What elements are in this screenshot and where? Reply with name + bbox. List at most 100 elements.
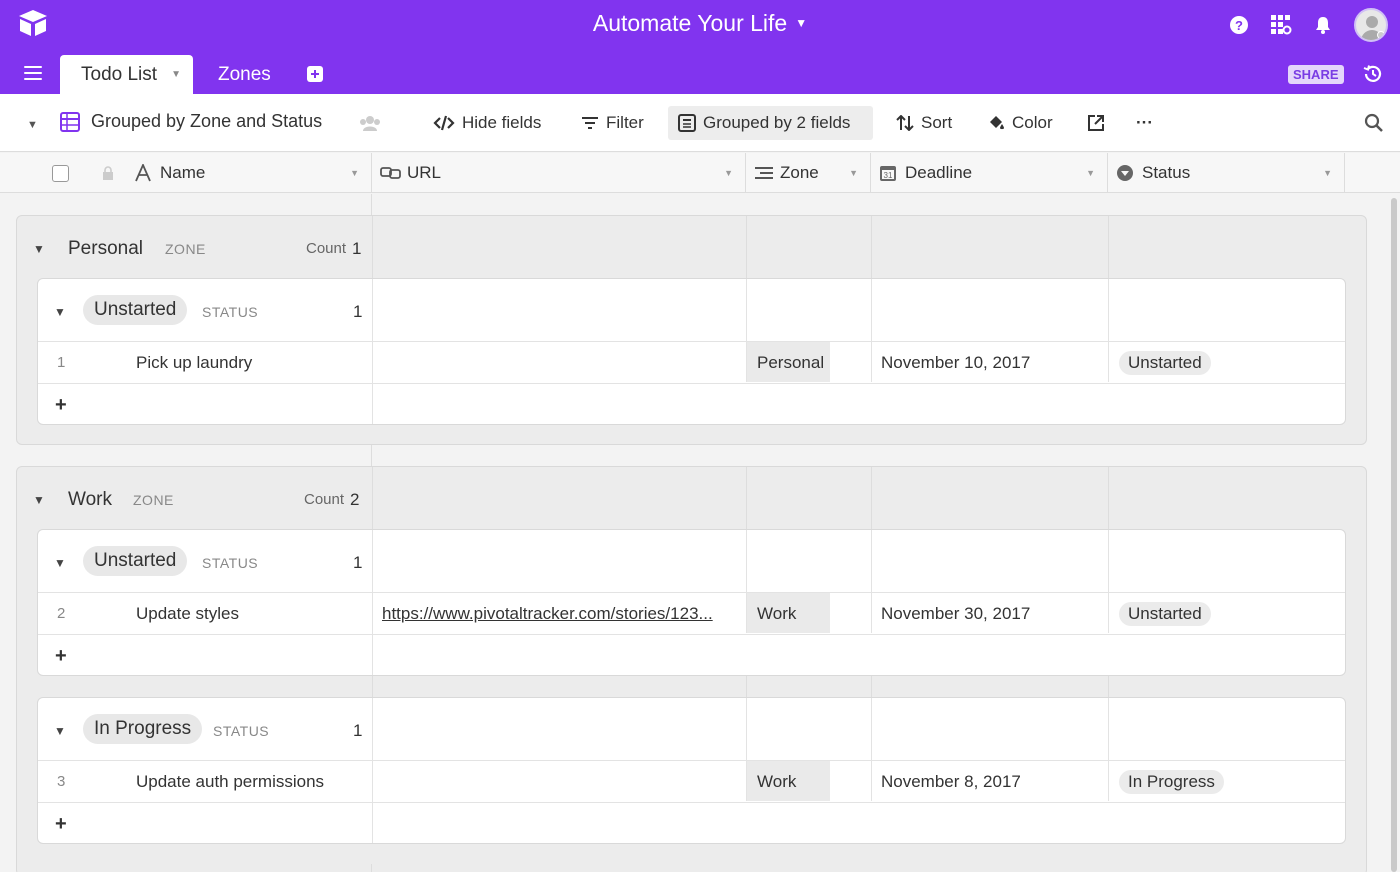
- color-button[interactable]: Color: [977, 106, 1063, 140]
- chevron-down-icon[interactable]: ▼: [724, 153, 733, 193]
- views-sidebar-toggle-icon[interactable]: ▼: [27, 119, 38, 131]
- share-view-button[interactable]: [1077, 106, 1115, 140]
- chevron-down-icon[interactable]: ▼: [795, 16, 807, 30]
- base-title[interactable]: Automate Your Life ▼: [0, 10, 1400, 37]
- add-table-icon[interactable]: [307, 66, 323, 82]
- status-field-label: STATUS: [202, 555, 259, 571]
- zone-cell[interactable]: Personal: [747, 342, 830, 382]
- count-value: 1: [352, 239, 362, 258]
- top-bar: Automate Your Life ▼ ? Todo List ▼ Zones …: [0, 0, 1400, 94]
- chevron-down-icon[interactable]: ▼: [1086, 153, 1095, 193]
- grid-content: ▼ Personal ZONE Count 1 ▼ Unstarted STAT…: [0, 194, 1390, 872]
- count-value: 1: [353, 302, 363, 321]
- more-icon: ···: [1136, 113, 1153, 132]
- column-header-url[interactable]: URL ▼: [372, 153, 746, 193]
- add-record-icon[interactable]: +: [55, 635, 67, 675]
- user-avatar[interactable]: [1354, 8, 1388, 42]
- column-header-deadline[interactable]: 31 Deadline ▼: [871, 153, 1108, 193]
- notification-bell-icon[interactable]: [1312, 14, 1334, 36]
- deadline-cell[interactable]: November 30, 2017: [881, 593, 1030, 635]
- view-toolbar: ▼ Grouped by Zone and Status Hide fields…: [0, 94, 1400, 152]
- url-link[interactable]: https://www.pivotaltracker.com/stories/1…: [382, 593, 738, 635]
- help-icon[interactable]: ?: [1228, 14, 1250, 36]
- column-header-zone[interactable]: Zone ▼: [746, 153, 871, 193]
- status-cell[interactable]: Unstarted: [1119, 602, 1211, 626]
- chevron-down-icon[interactable]: ▼: [171, 55, 181, 94]
- zone-name: Work: [68, 489, 112, 510]
- collapse-group-icon[interactable]: ▼: [54, 724, 66, 738]
- lock-icon: [103, 166, 113, 180]
- more-options-button[interactable]: ···: [1126, 106, 1163, 140]
- vertical-scrollbar[interactable]: [1391, 198, 1397, 872]
- svg-text:31: 31: [884, 171, 893, 180]
- grid-view-icon: [60, 112, 80, 132]
- status-cell[interactable]: Unstarted: [1119, 351, 1211, 375]
- row-number: 3: [57, 773, 66, 790]
- paint-bucket-icon: [990, 116, 1004, 130]
- name-cell[interactable]: Pick up laundry: [136, 342, 252, 384]
- hide-fields-label: Hide fields: [462, 113, 542, 132]
- group-button[interactable]: Grouped by 2 fields: [668, 106, 873, 140]
- column-header-status[interactable]: Status ▼: [1108, 153, 1345, 193]
- name-cell[interactable]: Update styles: [136, 593, 239, 635]
- svg-text:?: ?: [1235, 18, 1243, 33]
- filter-button[interactable]: Filter: [571, 106, 654, 140]
- share-view-icon: [1088, 115, 1104, 131]
- chevron-down-icon[interactable]: ▼: [1323, 153, 1332, 193]
- add-row[interactable]: +: [38, 383, 1345, 424]
- add-row[interactable]: +: [38, 802, 1345, 843]
- zone-cell[interactable]: Work: [747, 761, 830, 801]
- add-record-icon[interactable]: +: [55, 803, 67, 843]
- sort-button[interactable]: Sort: [886, 106, 962, 140]
- table-row[interactable]: 1 Pick up laundry Personal November 10, …: [38, 341, 1345, 384]
- text-field-icon: [135, 164, 151, 182]
- color-label: Color: [1012, 113, 1053, 132]
- hamburger-menu-icon[interactable]: [24, 66, 42, 80]
- deadline-cell[interactable]: November 10, 2017: [881, 342, 1030, 384]
- column-name-label: Name: [160, 163, 206, 182]
- table-row[interactable]: 2 Update styles https://www.pivotaltrack…: [38, 592, 1345, 635]
- status-group-unstarted: ▼ Unstarted STATUS 1 1 Pick up laundry P…: [37, 278, 1346, 425]
- view-name[interactable]: Grouped by Zone and Status: [91, 111, 322, 132]
- status-field-label: STATUS: [202, 304, 259, 320]
- select-all-checkbox[interactable]: [52, 165, 69, 182]
- chevron-down-icon[interactable]: ▼: [350, 153, 359, 193]
- share-button[interactable]: SHARE: [1288, 65, 1344, 84]
- column-zone-label: Zone: [780, 163, 819, 182]
- zone-group-work: ▼ Work ZONE Count 2 ▼ Unstarted STATUS 1…: [16, 466, 1367, 872]
- deadline-cell[interactable]: November 8, 2017: [881, 761, 1021, 803]
- status-cell[interactable]: In Progress: [1119, 770, 1224, 794]
- zone-field-label: ZONE: [165, 241, 206, 257]
- zone-group-personal: ▼ Personal ZONE Count 1 ▼ Unstarted STAT…: [16, 215, 1367, 445]
- table-row[interactable]: 3 Update auth permissions Work November …: [38, 760, 1345, 803]
- name-cell[interactable]: Update auth permissions: [136, 761, 324, 803]
- tab-label: Zones: [218, 64, 271, 85]
- add-row[interactable]: +: [38, 634, 1345, 675]
- collaborators-icon: [360, 116, 380, 131]
- tab-label: Todo List: [81, 64, 158, 85]
- history-icon[interactable]: [1362, 63, 1384, 85]
- calendar-icon: 31: [880, 166, 896, 181]
- base-title-text[interactable]: Automate Your Life: [593, 10, 787, 36]
- count-value: 2: [350, 490, 360, 509]
- tab-todo-list[interactable]: Todo List ▼: [60, 55, 193, 94]
- collapse-group-icon[interactable]: ▼: [33, 242, 45, 256]
- column-deadline-label: Deadline: [905, 163, 973, 182]
- collapse-group-icon[interactable]: ▼: [54, 556, 66, 570]
- zone-cell[interactable]: Work: [747, 593, 830, 633]
- column-header-name[interactable]: Name ▼: [0, 153, 372, 193]
- tab-zones[interactable]: Zones: [218, 55, 271, 94]
- group-label: Grouped by 2 fields: [703, 113, 851, 132]
- add-record-icon[interactable]: +: [55, 384, 67, 424]
- collapse-group-icon[interactable]: ▼: [54, 305, 66, 319]
- top-icons: ?: [1228, 8, 1388, 42]
- chevron-down-icon[interactable]: ▼: [849, 153, 858, 193]
- filter-label: Filter: [606, 113, 644, 132]
- hide-fields-button[interactable]: Hide fields: [423, 106, 551, 140]
- apps-grid-icon[interactable]: [1270, 14, 1292, 36]
- group-icon: [678, 114, 696, 132]
- hide-fields-icon: [433, 115, 455, 131]
- search-icon[interactable]: [1364, 113, 1384, 133]
- collapse-group-icon[interactable]: ▼: [33, 493, 45, 507]
- column-header-row: Name ▼ URL ▼ Zone ▼ 31 Deadline ▼ Status…: [0, 153, 1400, 193]
